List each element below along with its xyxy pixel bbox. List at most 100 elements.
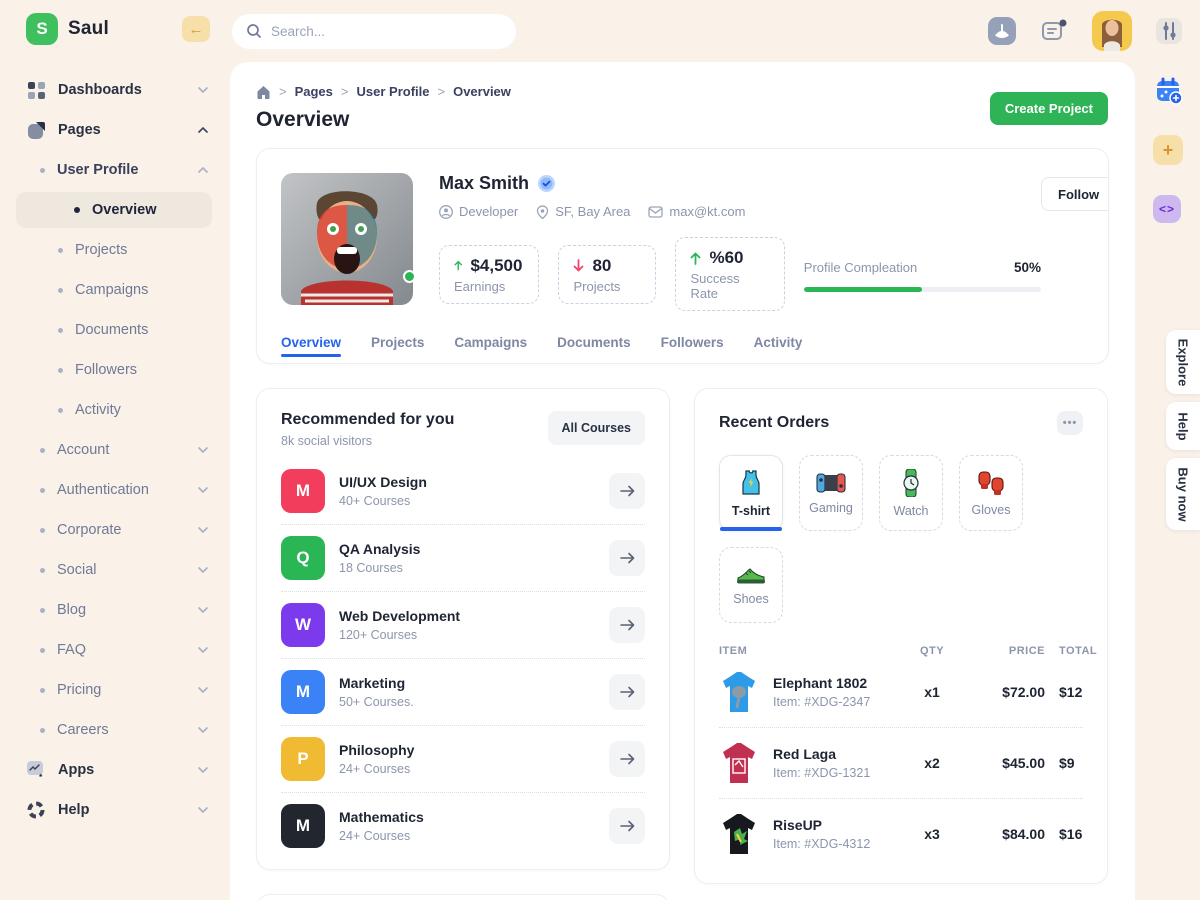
tab-campaigns[interactable]: Campaigns	[454, 321, 527, 363]
sidebar-item-social[interactable]: Social	[0, 550, 228, 590]
chevron-down-icon	[198, 87, 208, 93]
list-item[interactable]: P Philosophy 24+ Courses	[281, 725, 645, 792]
buy-now-tab[interactable]: Buy now	[1166, 458, 1200, 530]
arrow-right-button[interactable]	[609, 540, 645, 576]
messages-button[interactable]	[1040, 17, 1068, 45]
bullet-icon	[40, 168, 45, 173]
stat-earnings: $4,500 Earnings	[439, 245, 539, 304]
tab-documents[interactable]: Documents	[557, 321, 631, 363]
sidebar-item-pricing[interactable]: Pricing	[0, 670, 228, 710]
list-item[interactable]: Q QA Analysis 18 Courses	[281, 524, 645, 591]
theme-toggle-button[interactable]	[988, 17, 1016, 45]
user-avatar[interactable]	[1092, 11, 1132, 51]
all-courses-button[interactable]: All Courses	[548, 411, 645, 445]
orders-table: ITEM QTY PRICE TOTAL Elephant 1802 Item:…	[719, 645, 1083, 869]
help-tab[interactable]: Help	[1166, 402, 1200, 450]
sidebar-item-campaigns[interactable]: Campaigns	[0, 270, 228, 310]
category-watch[interactable]: Watch	[879, 455, 943, 531]
sidebar-item-account[interactable]: Account	[0, 430, 228, 470]
add-button[interactable]: +	[1153, 135, 1183, 165]
course-count: 18 Courses	[339, 561, 420, 575]
sidebar-item-careers[interactable]: Careers	[0, 710, 228, 750]
sidebar-item-label: FAQ	[57, 642, 86, 658]
breadcrumb-separator: >	[341, 84, 349, 99]
list-item[interactable]: M Marketing 50+ Courses.	[281, 658, 645, 725]
search-input[interactable]	[271, 24, 502, 39]
table-row[interactable]: Elephant 1802 Item: #XDG-2347 x1 $72.00 …	[719, 657, 1083, 727]
sidebar-item-user-profile[interactable]: User Profile	[0, 150, 228, 190]
arrow-right-icon	[620, 485, 635, 497]
home-icon[interactable]	[256, 85, 271, 99]
topbar-icons	[988, 11, 1200, 51]
chevron-down-icon	[198, 727, 208, 733]
tab-projects[interactable]: Projects	[371, 321, 424, 363]
category-gloves[interactable]: Gloves	[959, 455, 1023, 531]
sidebar-item-label: Account	[57, 442, 109, 458]
list-item[interactable]: W Web Development 120+ Courses	[281, 591, 645, 658]
recent-orders-card: Recent Orders ••• T-shirt Gaming	[694, 388, 1108, 884]
sneaker-icon	[736, 565, 766, 585]
sidebar-item-label: Pages	[58, 122, 101, 138]
code-button[interactable]: <>	[1153, 195, 1181, 223]
sidebar-item-label: Careers	[57, 722, 109, 738]
sidebar-item-followers[interactable]: Followers	[0, 350, 228, 390]
col-item: ITEM	[719, 645, 903, 657]
order-total: $12	[1045, 684, 1107, 700]
create-project-button[interactable]: Create Project	[990, 92, 1108, 125]
sidebar-item-faq[interactable]: FAQ	[0, 630, 228, 670]
tab-followers[interactable]: Followers	[661, 321, 724, 363]
breadcrumb-user-profile[interactable]: User Profile	[357, 84, 430, 99]
follow-button[interactable]: Follow	[1041, 177, 1109, 211]
leading-teams-card: Lading Teams 8k social visitors Abstergo…	[256, 894, 670, 900]
sidebar-item-overview[interactable]: Overview	[16, 192, 212, 228]
sidebar-item-apps[interactable]: Apps	[0, 750, 228, 790]
breadcrumb-overview[interactable]: Overview	[453, 84, 511, 99]
orders-more-button[interactable]: •••	[1057, 411, 1083, 435]
stat-projects: 80 Projects	[558, 245, 656, 304]
category-shoes[interactable]: Shoes	[719, 547, 783, 623]
category-tshirt[interactable]: T-shirt	[719, 455, 783, 531]
arrow-right-button[interactable]	[609, 607, 645, 643]
list-item[interactable]: M UI/UX Design 40+ Courses	[281, 458, 645, 524]
sidebar-item-label: Help	[58, 802, 89, 818]
sidebar-collapse-button[interactable]: ←	[182, 16, 210, 42]
profile-tabs: Overview Projects Campaigns Documents Fo…	[257, 321, 1108, 363]
sidebar-item-pages[interactable]: Pages	[0, 110, 228, 150]
sidebar-item-documents[interactable]: Documents	[0, 310, 228, 350]
orders-title: Recent Orders	[719, 414, 829, 432]
sidebar-item-help[interactable]: Help	[0, 790, 228, 830]
sidebar-item-blog[interactable]: Blog	[0, 590, 228, 630]
tshirt-icon	[738, 469, 764, 497]
arrow-right-button[interactable]	[609, 674, 645, 710]
sidebar-item-authentication[interactable]: Authentication	[0, 470, 228, 510]
dashboards-grid-icon	[26, 80, 46, 100]
bullet-icon	[58, 368, 63, 373]
completion-progress-fill	[804, 287, 923, 292]
table-row[interactable]: Red Laga Item: #XDG-1321 x2 $45.00 $9	[719, 727, 1083, 798]
arrow-right-button[interactable]	[609, 808, 645, 844]
mail-icon	[648, 206, 663, 218]
search-bar[interactable]	[232, 14, 516, 49]
page-title: Overview	[256, 108, 1109, 132]
arrow-right-button[interactable]	[609, 741, 645, 777]
list-item[interactable]: M Mathematics 24+ Courses	[281, 792, 645, 859]
settings-sliders-button[interactable]	[1156, 18, 1182, 44]
arrow-right-button[interactable]	[609, 473, 645, 509]
tab-activity[interactable]: Activity	[754, 321, 803, 363]
calendar-add-button[interactable]	[1153, 75, 1185, 107]
table-row[interactable]: RiseUP Item: #XDG-4312 x3 $84.00 $16	[719, 798, 1083, 869]
sidebar-item-projects[interactable]: Projects	[0, 230, 228, 270]
explore-tab[interactable]: Explore	[1166, 330, 1200, 394]
course-title: UI/UX Design	[339, 474, 427, 490]
category-gaming[interactable]: Gaming	[799, 455, 863, 531]
person-icon	[439, 205, 453, 219]
tab-overview[interactable]: Overview	[281, 321, 341, 363]
sidebar-item-corporate[interactable]: Corporate	[0, 510, 228, 550]
chevron-down-icon	[198, 607, 208, 613]
sidebar-item-activity[interactable]: Activity	[0, 390, 228, 430]
sidebar-item-dashboards[interactable]: Dashboards	[0, 70, 228, 110]
location-pin-icon	[536, 205, 549, 219]
breadcrumb-pages[interactable]: Pages	[295, 84, 333, 99]
profile-completion: Profile Compleation 50%	[804, 256, 1041, 292]
chevron-up-icon	[198, 167, 208, 173]
